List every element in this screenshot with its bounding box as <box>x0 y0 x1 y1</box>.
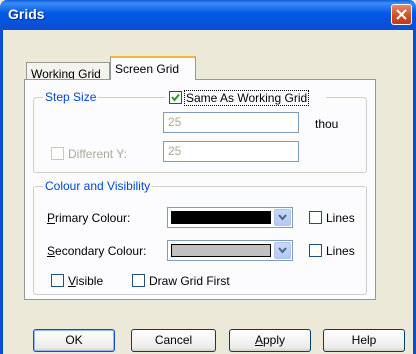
apply-button[interactable]: Apply <box>229 329 311 352</box>
ok-button[interactable]: OK <box>33 329 115 352</box>
primary-dropdown-button[interactable] <box>274 209 291 226</box>
different-y-checkbox[interactable] <box>51 147 64 160</box>
draw-grid-first-label: Draw Grid First <box>149 274 230 288</box>
secondary-lines-label: Lines <box>326 244 355 258</box>
primary-colour-swatch <box>171 211 271 224</box>
window-frame-left <box>0 30 3 354</box>
same-as-working-checkbox[interactable] <box>169 91 182 104</box>
draw-grid-first-checkbox[interactable] <box>132 274 145 287</box>
primary-colour-label: Primary Colour: <box>47 211 131 225</box>
same-as-working-label[interactable]: Same As Working Grid <box>184 90 310 106</box>
step-x-field[interactable]: 25 <box>163 112 299 133</box>
different-y-label: Different Y: <box>68 147 127 161</box>
colour-visibility-legend: Colour and Visibility <box>43 179 153 193</box>
secondary-colour-label: Secondary Colour: <box>47 244 147 258</box>
close-button[interactable] <box>391 4 412 25</box>
checkmark-icon <box>171 93 180 102</box>
primary-lines-checkbox[interactable] <box>309 211 322 224</box>
secondary-colour-select[interactable] <box>167 240 293 261</box>
step-size-legend: Step Size <box>43 90 99 104</box>
chevron-down-icon <box>278 214 287 221</box>
unit-label: thou <box>315 117 339 131</box>
step-y-field[interactable]: 25 <box>163 141 299 162</box>
primary-lines-label: Lines <box>326 211 355 225</box>
tab-panel: Step Size Same As Working Grid 25 thou D… <box>24 79 376 300</box>
secondary-colour-swatch <box>171 244 271 257</box>
secondary-dropdown-button[interactable] <box>274 242 291 259</box>
cancel-button[interactable]: Cancel <box>131 329 216 352</box>
close-icon <box>396 9 407 20</box>
secondary-lines-checkbox[interactable] <box>309 244 322 257</box>
tab-screen-grid[interactable]: Screen Grid <box>110 56 196 80</box>
window-title: Grids <box>8 6 45 22</box>
visible-checkbox[interactable] <box>51 274 64 287</box>
visible-label: Visible <box>68 274 104 288</box>
primary-colour-select[interactable] <box>167 207 293 228</box>
help-button[interactable]: Help <box>323 329 405 352</box>
chevron-down-icon <box>278 247 287 254</box>
title-bar[interactable]: Grids <box>0 0 416 30</box>
